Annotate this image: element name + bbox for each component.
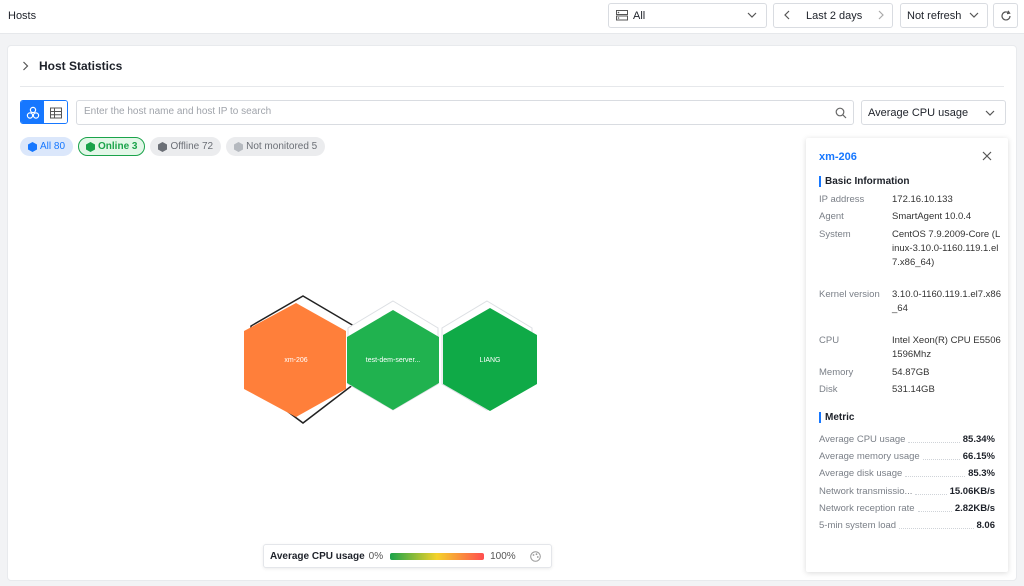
metric-value: 66.15% <box>962 450 995 462</box>
chevron-down-icon <box>747 10 757 23</box>
metric-value: 8.06 <box>976 519 996 531</box>
metric-key: Network transmissio... <box>819 485 913 497</box>
top-bar: Hosts All Last 2 days Not refresh <box>0 0 1024 34</box>
info-value: CentOS 7.9.2009-Core (Linux-3.10.0-1160.… <box>892 229 1001 268</box>
info-value: 54.87GB <box>892 367 930 378</box>
palette-icon[interactable] <box>529 550 541 562</box>
scope-select[interactable]: All <box>608 3 767 28</box>
host-label: xm-206 <box>284 357 307 364</box>
info-value: SmartAgent 10.0.4 <box>892 211 972 222</box>
legend-title: Average CPU usage <box>270 550 365 562</box>
host-statistics-panel: Host Statistics Average CPU usage All 80 <box>7 45 1017 581</box>
metric-heading: Metric <box>819 412 854 423</box>
metric-row: 5-min system load 8.06 <box>819 518 995 532</box>
info-value: 3.10.0-1160.119.1.el7.x86_64 <box>892 289 1001 314</box>
metric-row: Network reception rate 2.82KB/s <box>819 501 995 515</box>
refresh-icon <box>1000 9 1012 22</box>
color-legend: Average CPU usage 0% 100% <box>263 544 552 568</box>
metric-row: Average memory usage 66.15% <box>819 449 995 463</box>
host-group-icon <box>616 10 628 21</box>
metric-value: 85.3% <box>968 467 995 479</box>
refresh-select-value: Not refresh <box>907 9 962 22</box>
metric-row: Average disk usage 85.3% <box>819 466 995 480</box>
time-range-label[interactable]: Last 2 days <box>806 10 862 22</box>
info-key: CPU <box>819 335 840 346</box>
refresh-select[interactable]: Not refresh <box>900 3 988 28</box>
metric-key: Network reception rate <box>819 502 915 514</box>
info-key: IP address <box>819 194 865 205</box>
info-value: 172.16.10.133 <box>892 194 953 205</box>
scope-select-value: All <box>633 9 646 22</box>
host-label: test-dem-server... <box>366 357 421 364</box>
metric-value: 15.06KB/s <box>949 485 995 497</box>
metric-row: Network transmissio... 15.06KB/s <box>819 484 995 498</box>
refresh-button[interactable] <box>993 3 1018 28</box>
metric-key: Average disk usage <box>819 467 903 479</box>
legend-max: 100% <box>490 550 516 562</box>
info-value: Intel Xeon(R) CPU E5506 1596Mhz <box>892 335 1001 360</box>
metric-key: 5-min system load <box>819 519 897 531</box>
info-key: System <box>819 229 851 240</box>
info-value: 531.14GB <box>892 384 935 395</box>
time-range-picker: Last 2 days <box>773 3 893 28</box>
metric-value: 85.34% <box>962 433 995 445</box>
info-key: Disk <box>819 384 838 395</box>
host-label: LIANG <box>479 357 500 364</box>
metric-row: Average CPU usage 85.34% <box>819 432 995 446</box>
close-icon[interactable] <box>982 151 992 161</box>
metric-key: Average memory usage <box>819 450 920 462</box>
detail-host-name: xm-206 <box>819 151 857 163</box>
info-key: Kernel version <box>819 289 880 300</box>
host-detail-panel: xm-206 Basic Information IP address 172.… <box>806 138 1008 572</box>
page-title: Hosts <box>8 10 37 22</box>
info-key: Memory <box>819 367 854 378</box>
chevron-right-icon[interactable] <box>877 10 885 23</box>
metric-key: Average CPU usage <box>819 433 906 445</box>
metric-value: 2.82KB/s <box>954 502 995 514</box>
legend-gradient <box>390 552 485 560</box>
legend-min: 0% <box>368 550 384 562</box>
info-key: Agent <box>819 211 844 222</box>
chevron-down-icon <box>969 10 979 23</box>
chevron-left-icon[interactable] <box>783 10 791 23</box>
basic-info-heading: Basic Information <box>819 176 909 187</box>
